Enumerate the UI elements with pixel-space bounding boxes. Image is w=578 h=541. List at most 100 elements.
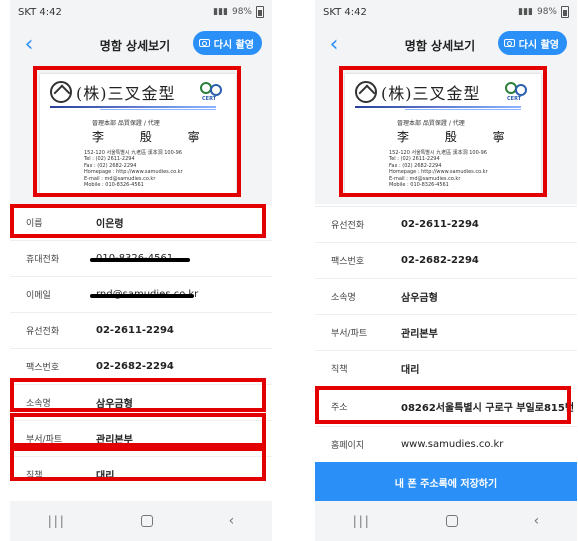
field-label: 소속명 bbox=[331, 293, 356, 303]
cert-badge-icon: CERT bbox=[200, 82, 226, 104]
business-card-image[interactable]: (株)三叉金型 CERT 晉理本部 品質保證 / 代理 李 殷 寧 152-12… bbox=[40, 74, 236, 194]
nav-home-icon[interactable] bbox=[446, 515, 459, 527]
rescan-button[interactable]: 다시 촬영 bbox=[497, 31, 567, 55]
company-logo-icon bbox=[355, 81, 377, 103]
camera-icon bbox=[503, 39, 515, 47]
field-value: 02-2611-2294 bbox=[401, 219, 479, 230]
field-value: 대리 bbox=[401, 365, 420, 376]
field-value: 이은령 bbox=[96, 219, 124, 230]
detail-content: (株)三叉金型 CERT 晉理本部 品質保證 / 代理 李 殷 寧 152-12… bbox=[10, 64, 272, 501]
battery-icon bbox=[256, 6, 264, 18]
battery-percent: 98% bbox=[231, 7, 252, 17]
card-stripe bbox=[355, 106, 521, 108]
field-row-company[interactable]: 소속명 삼우금형 bbox=[10, 384, 272, 420]
redaction-mark bbox=[90, 294, 194, 298]
card-stripe-thin bbox=[405, 109, 521, 110]
field-value: 02-2682-2294 bbox=[401, 255, 479, 266]
field-row-position[interactable]: 직책 대리 bbox=[315, 350, 577, 386]
redaction-mark bbox=[90, 258, 190, 262]
camera-icon bbox=[198, 39, 210, 47]
status-time: SKT 4:42 bbox=[18, 6, 62, 18]
status-bar: SKT 4:42 ▮▮▮ 98% bbox=[10, 0, 272, 24]
field-row-company[interactable]: 소속명 삼우금형 bbox=[315, 278, 577, 314]
rescan-label: 다시 촬영 bbox=[518, 39, 559, 51]
field-value: 삼우금형 bbox=[401, 293, 438, 304]
nav-recent-icon[interactable]: ||| bbox=[48, 514, 66, 528]
card-image-area: (株)三叉金型 CERT 晉理本部 品質保證 / 代理 李 殷 寧 152-12… bbox=[315, 64, 577, 204]
status-time: SKT 4:42 bbox=[323, 6, 367, 18]
nav-back-icon[interactable]: ‹ bbox=[534, 513, 540, 529]
card-logo: (株)三叉金型 bbox=[50, 80, 176, 104]
field-row-name[interactable]: 이름 이은령 bbox=[10, 204, 272, 240]
status-bar: SKT 4:42 ▮▮▮ 98% bbox=[315, 0, 577, 24]
rescan-button[interactable]: 다시 촬영 bbox=[192, 31, 262, 55]
field-label: 주소 bbox=[331, 403, 348, 413]
rescan-label: 다시 촬영 bbox=[213, 39, 254, 51]
field-label: 유선전화 bbox=[26, 327, 60, 337]
field-row-position[interactable]: 직책 대리 bbox=[10, 456, 272, 492]
back-arrow-icon[interactable]: ‹ bbox=[18, 32, 40, 57]
field-row-fax[interactable]: 팩스번호 02-2682-2294 bbox=[10, 348, 272, 384]
card-line: Homepage : http://www.samudies.co.kr bbox=[389, 169, 488, 176]
card-line: Mobile : 010-8326-4561 bbox=[84, 182, 144, 189]
battery-percent: 98% bbox=[536, 7, 557, 17]
field-label: 휴대전화 bbox=[26, 255, 60, 265]
page-title: 명함 상세보기 bbox=[404, 39, 476, 53]
field-row-department[interactable]: 부서/파트 관리본부 bbox=[315, 314, 577, 350]
left-phone-screen: SKT 4:42 ▮▮▮ 98% ‹ 명함 상세보기 다시 촬영 (株)三叉金型… bbox=[10, 0, 272, 541]
field-label: 이메일 bbox=[26, 291, 51, 301]
field-row-email[interactable]: 이메일 rnd@samudies.co.kr bbox=[10, 276, 272, 312]
battery-icon bbox=[561, 6, 569, 18]
field-row-phone[interactable]: 유선전화 02-2611-2294 bbox=[10, 312, 272, 348]
field-row-fax[interactable]: 팩스번호 02-2682-2294 bbox=[315, 242, 577, 278]
system-nav-bar: ||| ‹ bbox=[10, 501, 272, 541]
field-row-address[interactable]: 주소 08262서울특별시 구로구 부일로815번 bbox=[315, 388, 577, 424]
right-phone-screen: SKT 4:42 ▮▮▮ 98% ‹ 명함 상세보기 다시 촬영 (株)三叉金型… bbox=[315, 0, 577, 541]
card-person-name: 李 殷 寧 bbox=[397, 130, 521, 144]
field-label: 이름 bbox=[26, 219, 43, 229]
field-value: 관리본부 bbox=[401, 329, 438, 340]
field-label: 홈페이지 bbox=[331, 441, 365, 451]
system-nav-bar: ||| ‹ bbox=[315, 501, 577, 541]
nav-back-icon[interactable]: ‹ bbox=[229, 513, 235, 529]
signal-icon: ▮▮▮ bbox=[518, 7, 533, 17]
field-value: 02-2611-2294 bbox=[96, 325, 174, 336]
card-company: (株)三叉金型 bbox=[381, 84, 481, 103]
field-label: 직책 bbox=[331, 365, 348, 375]
app-header: ‹ 명함 상세보기 다시 촬영 bbox=[10, 24, 272, 64]
field-value: 02-2682-2294 bbox=[96, 361, 174, 372]
cert-badge-icon: CERT bbox=[505, 82, 531, 104]
nav-home-icon[interactable] bbox=[141, 515, 154, 527]
page-title: 명함 상세보기 bbox=[99, 39, 171, 53]
card-company: (株)三叉金型 bbox=[76, 84, 176, 103]
field-label: 소속명 bbox=[26, 399, 51, 409]
card-logo: (株)三叉金型 bbox=[355, 80, 481, 104]
app-header: ‹ 명함 상세보기 다시 촬영 bbox=[315, 24, 577, 64]
field-row-mobile[interactable]: 휴대전화 010-8326-4561 bbox=[10, 240, 272, 276]
status-icons: ▮▮▮ 98% bbox=[213, 6, 264, 18]
card-line: Homepage : http://www.samudies.co.kr bbox=[84, 169, 183, 176]
status-icons: ▮▮▮ 98% bbox=[518, 6, 569, 18]
card-contact-lines: 152-120 서울특별시 九老區 漢本洞 100-96 Tel : (02) … bbox=[84, 150, 183, 188]
field-label: 팩스번호 bbox=[26, 363, 60, 373]
card-person-name: 李 殷 寧 bbox=[92, 130, 216, 144]
field-value: 관리본부 bbox=[96, 435, 133, 446]
card-dept: 晉理本部 品質保證 / 代理 bbox=[397, 120, 465, 127]
field-value: 08262서울특별시 구로구 부일로815번 bbox=[401, 403, 575, 414]
field-row-homepage[interactable]: 홈페이지 www.samudies.co.kr bbox=[315, 426, 577, 462]
field-value: 삼우금형 bbox=[96, 399, 133, 410]
card-contact-lines: 152-120 서울특별시 九老區 漢本洞 100-96 Tel : (02) … bbox=[389, 150, 488, 188]
card-line: Mobile : 010-8326-4561 bbox=[389, 182, 449, 189]
company-logo-icon bbox=[50, 81, 72, 103]
save-to-contacts-button[interactable]: 내 폰 주소록에 저장하기 bbox=[315, 462, 577, 502]
signal-icon: ▮▮▮ bbox=[213, 7, 228, 17]
business-card-image[interactable]: (株)三叉金型 CERT 晉理本部 品質保證 / 代理 李 殷 寧 152-12… bbox=[345, 74, 541, 194]
field-row-department[interactable]: 부서/파트 관리본부 bbox=[10, 420, 272, 456]
field-row-phone[interactable]: 유선전화 02-2611-2294 bbox=[315, 206, 577, 242]
field-label: 팩스번호 bbox=[331, 257, 365, 267]
card-dept: 晉理本部 品質保證 / 代理 bbox=[92, 120, 160, 127]
card-stripe-thin bbox=[100, 109, 216, 110]
back-arrow-icon[interactable]: ‹ bbox=[323, 32, 345, 57]
nav-recent-icon[interactable]: ||| bbox=[353, 514, 371, 528]
card-stripe bbox=[50, 106, 216, 108]
